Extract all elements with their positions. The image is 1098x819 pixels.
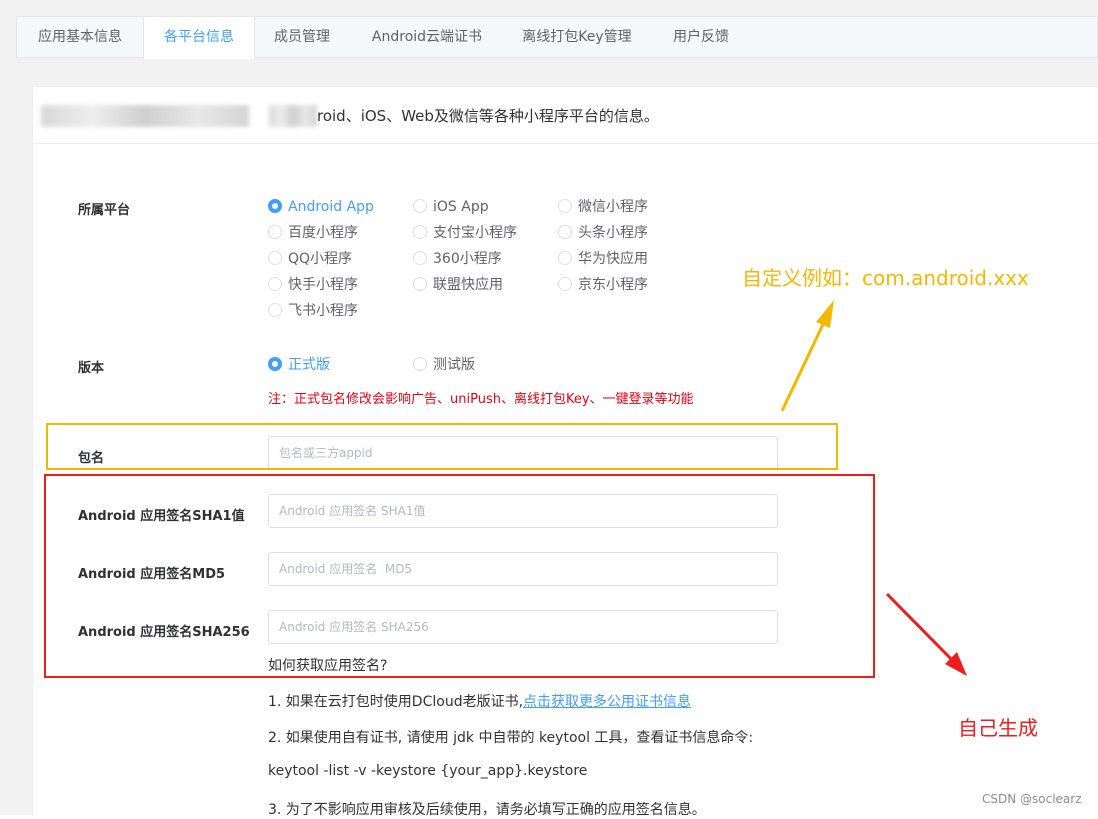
csdn-watermark: CSDN @soclearz xyxy=(982,792,1082,806)
annotation-arrows xyxy=(780,300,967,676)
red-annotation-text: 自己生成 xyxy=(958,716,1038,740)
yellow-arrow xyxy=(780,300,834,412)
yellow-annotation-text: 自定义例如：com.android.xxx xyxy=(742,266,1029,290)
red-arrow xyxy=(885,592,967,676)
